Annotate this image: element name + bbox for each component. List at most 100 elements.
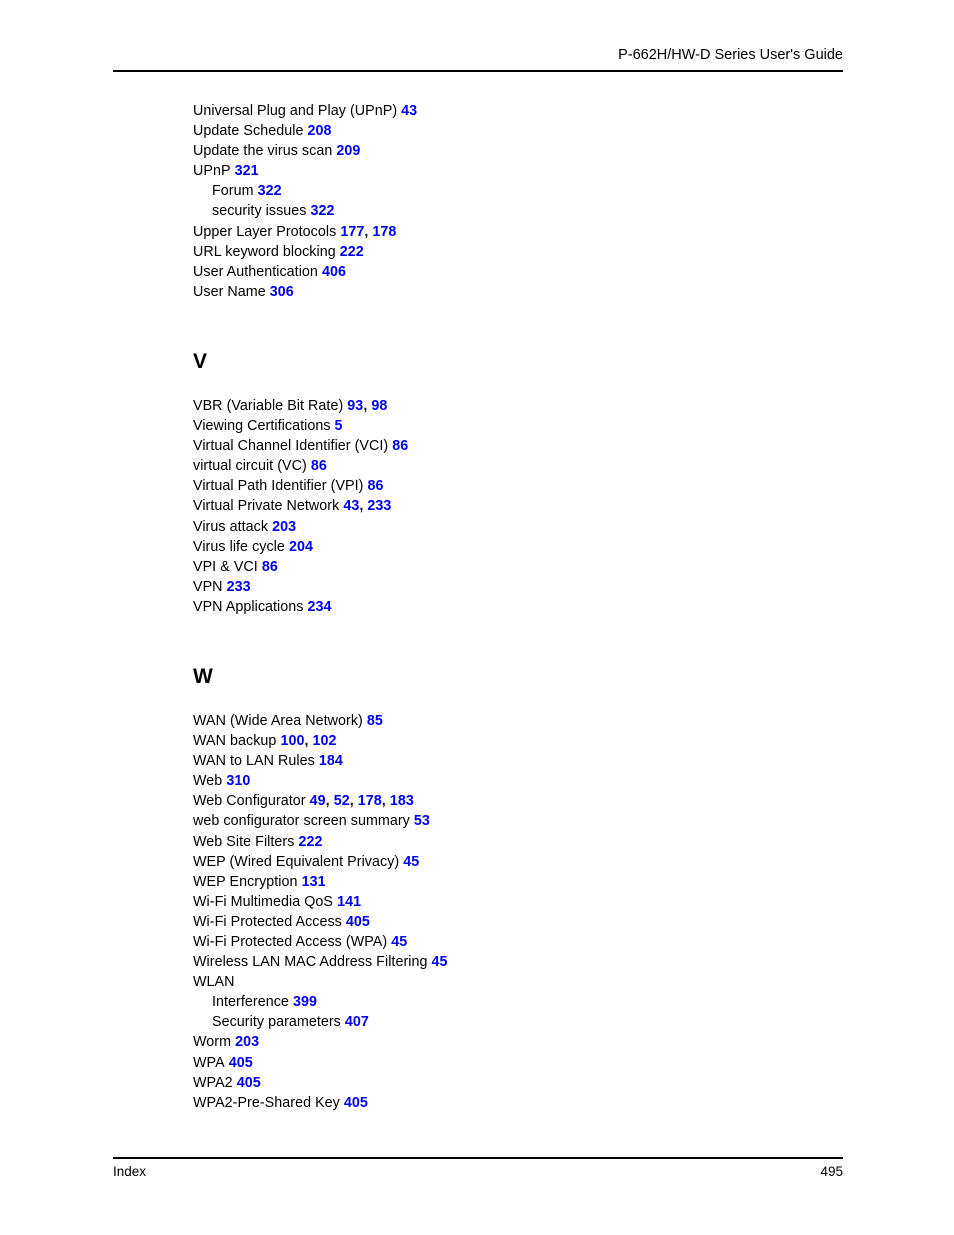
index-entry-term: Wireless LAN MAC Address Filtering (193, 954, 428, 971)
index-page-link[interactable]: 222 (298, 834, 322, 850)
index-page-link[interactable]: 399 (293, 994, 317, 1010)
index-page-link[interactable]: 85 (367, 713, 383, 729)
index-page-link[interactable]: 321 (235, 163, 259, 179)
index-page-link[interactable]: 45 (403, 854, 419, 870)
index-entry: WEP (Wired Equivalent Privacy) 45 (193, 852, 813, 872)
index-page-link[interactable]: 45 (432, 954, 448, 970)
index-entry-pages: 405 (340, 1095, 368, 1111)
index-page-link[interactable]: 86 (392, 438, 408, 454)
index-page-link[interactable]: 234 (308, 599, 332, 615)
index-entry-pages: 5 (331, 418, 343, 434)
index-entry-term: WEP Encryption (193, 873, 298, 890)
index-entry: Wireless LAN MAC Address Filtering 45 (193, 952, 813, 972)
index-page-link[interactable]: 203 (272, 519, 296, 535)
index-page-link[interactable]: 98 (371, 398, 387, 414)
index-entry-pages: 399 (289, 994, 317, 1010)
index-entry-pages: 131 (298, 874, 326, 890)
index-entry: Virtual Private Network 43, 233 (193, 496, 813, 516)
index-entry-pages: 86 (258, 559, 278, 575)
index-page-link[interactable]: 141 (337, 894, 361, 910)
index-entry-term: Virus life cycle (193, 538, 285, 555)
index-page-link[interactable]: 322 (311, 203, 335, 219)
index-entry: web configurator screen summary 53 (193, 811, 813, 831)
index-entry-pages: 141 (333, 894, 361, 910)
index-entry: Wi-Fi Protected Access (WPA) 45 (193, 932, 813, 952)
index-page-link[interactable]: 407 (345, 1014, 369, 1030)
index-page-link[interactable]: 233 (367, 498, 391, 514)
index-entry-term: Interference (212, 994, 289, 1011)
index-page-link[interactable]: 233 (227, 579, 251, 595)
index-page-link[interactable]: 49 (310, 793, 326, 809)
index-entry: Web Configurator 49, 52, 178, 183 (193, 791, 813, 811)
index-page-link[interactable]: 203 (235, 1034, 259, 1050)
index-entry: VPN Applications 234 (193, 597, 813, 617)
index-subentry: Security parameters 407 (193, 1012, 813, 1032)
index-page-link[interactable]: 100 (280, 733, 304, 749)
index-page-link[interactable]: 208 (307, 123, 331, 139)
index-page-link[interactable]: 406 (322, 264, 346, 280)
index-page-link[interactable]: 86 (367, 478, 383, 494)
index-entry: Virtual Channel Identifier (VCI) 86 (193, 436, 813, 456)
index-page-link[interactable]: 405 (237, 1075, 261, 1091)
index-page-link[interactable]: 86 (262, 559, 278, 575)
index-entry-term: Universal Plug and Play (UPnP) (193, 103, 398, 119)
index-page-link[interactable]: 45 (391, 934, 407, 950)
index-page-link[interactable]: 306 (270, 284, 294, 300)
index-section-letter-w: W (193, 664, 213, 688)
index-page-link[interactable]: 209 (336, 143, 360, 159)
index-page-link[interactable]: 93 (347, 398, 363, 414)
index-page-link[interactable]: 5 (335, 418, 343, 434)
index-page-link[interactable]: 52 (334, 793, 350, 809)
index-entry-pages: 204 (285, 539, 313, 555)
index-entry-term: Web (193, 773, 223, 790)
index-entry-pages: 222 (336, 244, 364, 260)
footer-section-label: Index (113, 1164, 147, 1179)
header-rule (113, 70, 843, 72)
index-page-link[interactable]: 222 (340, 244, 364, 260)
index-entry: Virus life cycle 204 (193, 537, 813, 557)
index-page-link[interactable]: 177 (340, 224, 364, 240)
index-entry-term: Virtual Private Network (193, 498, 340, 515)
index-entry-term: WPA2 (193, 1074, 233, 1091)
page-number-separator: , (325, 793, 334, 810)
index-entry-pages: 53 (410, 813, 430, 829)
index-page-link[interactable]: 43 (343, 498, 359, 514)
footer-rule (113, 1157, 843, 1159)
index-entry-term: Virus attack (193, 518, 269, 535)
index-entry-term: web configurator screen summary (193, 813, 410, 830)
index-page-link[interactable]: 405 (344, 1095, 368, 1111)
index-entry-pages: 208 (303, 123, 331, 139)
index-entry-term: Upper Layer Protocols (193, 223, 337, 240)
index-page-link[interactable]: 183 (390, 793, 414, 809)
index-page-link[interactable]: 178 (358, 793, 382, 809)
index-entry-term: User Authentication (193, 263, 318, 280)
index-entry-term: WPA2-Pre-Shared Key (193, 1094, 340, 1111)
index-entry-pages: 209 (332, 143, 360, 159)
index-page-link[interactable]: 102 (313, 733, 337, 749)
index-entry-term: Wi-Fi Protected Access (193, 913, 342, 930)
index-page-link[interactable]: 53 (414, 813, 430, 829)
footer-page-number: 495 (820, 1164, 843, 1179)
index-entry: User Authentication 406 (193, 262, 813, 282)
index-entry: Web 310 (193, 771, 813, 791)
index-page-link[interactable]: 184 (319, 753, 343, 769)
index-page-link[interactable]: 204 (289, 539, 313, 555)
index-entry-pages: 405 (233, 1075, 261, 1091)
index-entry: Virus attack 203 (193, 517, 813, 537)
index-page-link[interactable]: 405 (346, 914, 370, 930)
index-entry-term: Viewing Certifications (193, 418, 331, 435)
index-page-link[interactable]: 131 (302, 874, 326, 890)
index-entry-term: Forum (212, 183, 254, 200)
index-entry-pages: 86 (388, 438, 408, 454)
index-entry-pages: 86 (307, 458, 327, 474)
index-page-link[interactable]: 43 (401, 103, 417, 119)
index-page-link[interactable]: 310 (226, 773, 250, 789)
index-page-link[interactable]: 322 (258, 183, 282, 199)
index-page-link[interactable]: 178 (372, 224, 396, 240)
index-entry-term: VPN (193, 578, 223, 595)
index-page-link[interactable]: 86 (311, 458, 327, 474)
index-page-link[interactable]: 405 (229, 1055, 253, 1071)
index-entry: WAN backup 100, 102 (193, 731, 813, 751)
page-number-separator: , (304, 733, 313, 750)
